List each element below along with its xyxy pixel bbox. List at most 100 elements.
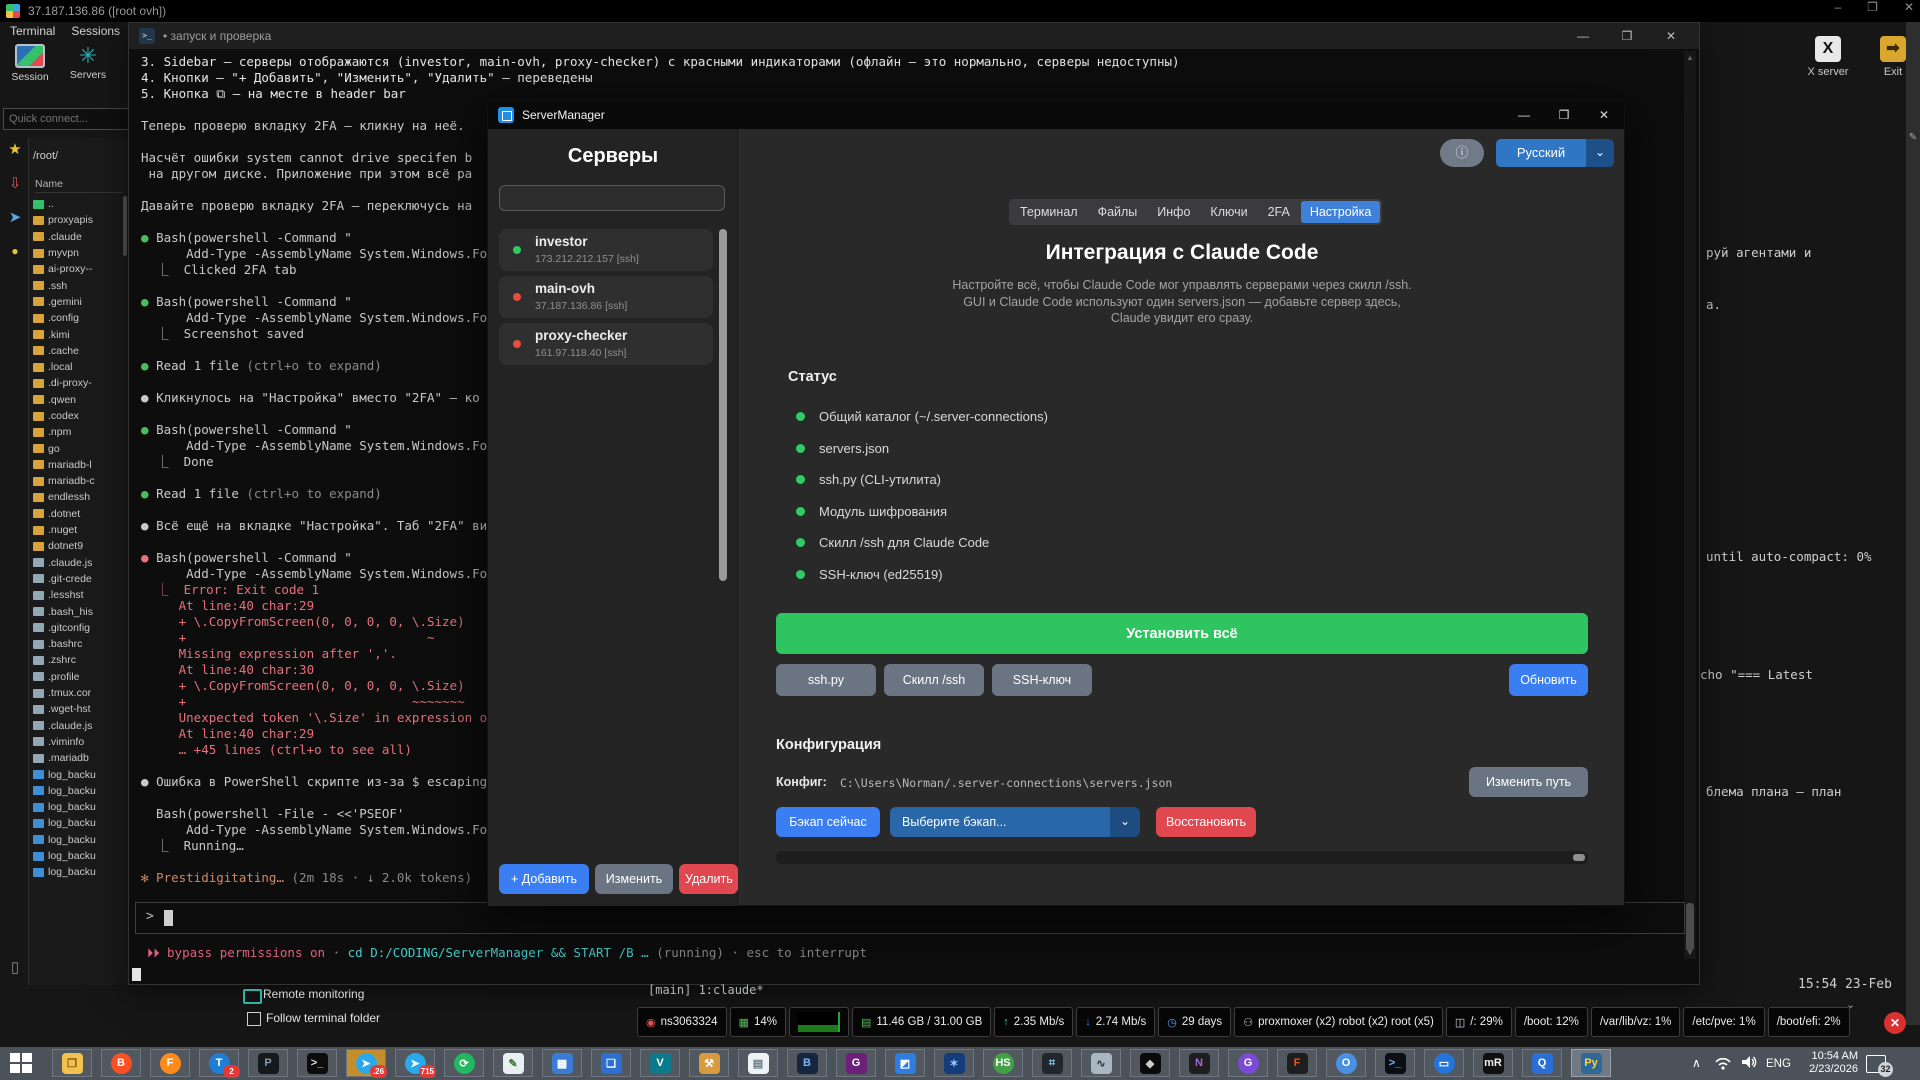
- minimize-icon[interactable]: —: [1561, 23, 1605, 49]
- terminal-prompt-box[interactable]: >: [135, 902, 1685, 934]
- horizontal-scrollbar[interactable]: [776, 851, 1588, 864]
- tree-item[interactable]: .config: [33, 310, 125, 326]
- terminal-scrollbar[interactable]: ▲ ▼: [1684, 51, 1696, 959]
- taskbar-item-mremoteng[interactable]: mR: [1473, 1049, 1513, 1077]
- exit-icon[interactable]: ➡: [1880, 36, 1906, 62]
- restore-button[interactable]: Восстановить: [1156, 807, 1256, 837]
- taskbar-item-telegram-1[interactable]: ➤.26: [346, 1049, 386, 1077]
- scrollbar-thumb[interactable]: [1573, 854, 1585, 861]
- tree-item[interactable]: myvpn: [33, 245, 125, 261]
- tab-Ключи[interactable]: Ключи: [1201, 201, 1256, 223]
- edit-server-button[interactable]: Изменить: [595, 864, 673, 894]
- taskbar-item-firefox[interactable]: F: [150, 1049, 190, 1077]
- tree-item[interactable]: log_backu: [33, 766, 125, 782]
- follow-terminal-folder-checkbox[interactable]: [247, 1012, 261, 1026]
- tree-item[interactable]: log_backu: [33, 815, 125, 831]
- tree-item[interactable]: .profile: [33, 669, 125, 685]
- maximize-icon[interactable]: ❒: [1867, 0, 1878, 14]
- tree-item[interactable]: log_backu: [33, 783, 125, 799]
- taskbar-item-hs-app[interactable]: HS: [983, 1049, 1023, 1077]
- server-list-item[interactable]: proxy-checker161.97.118.40 [ssh]: [499, 323, 713, 365]
- tree-item[interactable]: .cache: [33, 343, 125, 359]
- install-2-button[interactable]: Скилл /ssh: [884, 664, 984, 696]
- scroll-up-icon[interactable]: ▲: [1684, 53, 1696, 62]
- tree-item[interactable]: log_backu: [33, 799, 125, 815]
- language-indicator[interactable]: ENG: [1766, 1058, 1791, 1070]
- menu-sessions[interactable]: Sessions: [71, 24, 120, 38]
- tree-item[interactable]: .zshrc: [33, 652, 125, 668]
- tab-Файлы[interactable]: Файлы: [1089, 201, 1147, 223]
- taskbar-item-monitor-app[interactable]: ▭: [1424, 1049, 1464, 1077]
- tab-Терминал[interactable]: Терминал: [1011, 201, 1087, 223]
- taskbar-item-opera[interactable]: O: [1326, 1049, 1366, 1077]
- taskbar-item-tools[interactable]: ⚒: [689, 1049, 729, 1077]
- taskbar-item-gallery[interactable]: ◩: [885, 1049, 925, 1077]
- tree-item[interactable]: .claude.js: [33, 718, 125, 734]
- x-server-icon[interactable]: X: [1815, 36, 1841, 62]
- server-list-scrollbar[interactable]: [719, 229, 727, 581]
- taskbar-item-n-dev[interactable]: N: [1179, 1049, 1219, 1077]
- tree-item[interactable]: .nuget: [33, 522, 125, 538]
- install-1-button[interactable]: ssh.py: [776, 664, 876, 696]
- tree-item[interactable]: proxyapis: [33, 212, 125, 228]
- current-path[interactable]: /root/: [33, 150, 58, 162]
- tree-item[interactable]: ai-proxy--: [33, 261, 125, 277]
- change-path-button[interactable]: Изменить путь: [1469, 767, 1588, 797]
- tree-item[interactable]: log_backu: [33, 864, 125, 880]
- menu-terminal[interactable]: Terminal: [10, 24, 55, 38]
- tree-item[interactable]: .wget-hst: [33, 701, 125, 717]
- taskbar-item-github[interactable]: G: [1228, 1049, 1268, 1077]
- server-list-item[interactable]: main-ovh37.187.136.86 [ssh]: [499, 276, 713, 318]
- tray-clock[interactable]: 10:54 AM 2/23/2026: [1798, 1050, 1858, 1076]
- taskbar-item-spider[interactable]: ✶: [934, 1049, 974, 1077]
- backup-now-button[interactable]: Бэкап сейчас: [776, 807, 880, 837]
- info-button[interactable]: ⓘ: [1440, 139, 1484, 167]
- toolbar-session-button[interactable]: Session: [2, 44, 58, 83]
- tab-Инфо[interactable]: Инфо: [1148, 201, 1199, 223]
- add-server-button[interactable]: + Добавить: [499, 864, 589, 894]
- tree-item[interactable]: .qwen: [33, 392, 125, 408]
- tree-item[interactable]: mariadb-c: [33, 473, 125, 489]
- server-search-input[interactable]: [499, 185, 725, 211]
- taskbar-item-proxy-tool[interactable]: P: [248, 1049, 288, 1077]
- taskbar-item-bird-app[interactable]: B: [787, 1049, 827, 1077]
- tree-item[interactable]: .ssh: [33, 277, 125, 293]
- install-all-button[interactable]: Установить всё: [776, 613, 1588, 654]
- tray-chevron-icon[interactable]: ∧: [1692, 1056, 1701, 1070]
- server-list-item[interactable]: investor173.212.212.157 [ssh]: [499, 229, 713, 271]
- close-icon[interactable]: ✕: [1584, 101, 1624, 129]
- remote-monitoring-label[interactable]: Remote monitoring: [263, 987, 364, 1001]
- taskbar-item-brave[interactable]: B: [101, 1049, 141, 1077]
- taskbar-item-figma[interactable]: F: [1277, 1049, 1317, 1077]
- tree-item[interactable]: .di-proxy-: [33, 375, 125, 391]
- bookmark-star-icon[interactable]: ★: [5, 140, 25, 158]
- tree-item[interactable]: mariadb-l: [33, 457, 125, 473]
- tab-2FA[interactable]: 2FA: [1259, 201, 1299, 223]
- taskbar-item-cmd[interactable]: >_: [297, 1049, 337, 1077]
- install-3-button[interactable]: SSH-ключ: [992, 664, 1092, 696]
- wifi-icon[interactable]: [1714, 1056, 1732, 1070]
- taskbar-item-explorer[interactable]: ❒: [52, 1049, 92, 1077]
- taskbar-item-quickutmo[interactable]: Q: [1522, 1049, 1562, 1077]
- tree-item[interactable]: .mariadb: [33, 750, 125, 766]
- download-icon[interactable]: ⇩: [5, 174, 25, 192]
- tree-item[interactable]: .kimi: [33, 326, 125, 342]
- toolbar-servers-button[interactable]: ✳ Servers: [60, 44, 116, 81]
- tree-item[interactable]: endlessh: [33, 489, 125, 505]
- tree-item[interactable]: .bashrc: [33, 636, 125, 652]
- tree-item[interactable]: .local: [33, 359, 125, 375]
- close-icon[interactable]: ✕: [1649, 23, 1693, 49]
- taskbar-item-python[interactable]: Py: [1571, 1049, 1611, 1077]
- tree-item[interactable]: go: [33, 440, 125, 456]
- volume-icon[interactable]: [1740, 1054, 1758, 1070]
- taskbar-item-gdoc[interactable]: G: [836, 1049, 876, 1077]
- follow-terminal-folder-label[interactable]: Follow terminal folder: [266, 1011, 380, 1025]
- taskbar-item-powershell[interactable]: >_: [1375, 1049, 1415, 1077]
- tree-item[interactable]: .claude: [33, 229, 125, 245]
- delete-server-button[interactable]: Удалить: [679, 864, 738, 894]
- tree-item[interactable]: .tmux.cor: [33, 685, 125, 701]
- taskbar-item-sync[interactable]: ⟳: [444, 1049, 484, 1077]
- refresh-button[interactable]: Обновить: [1509, 664, 1588, 696]
- tree-item[interactable]: .viminfo: [33, 734, 125, 750]
- close-stats-icon[interactable]: ✕: [1884, 1012, 1906, 1034]
